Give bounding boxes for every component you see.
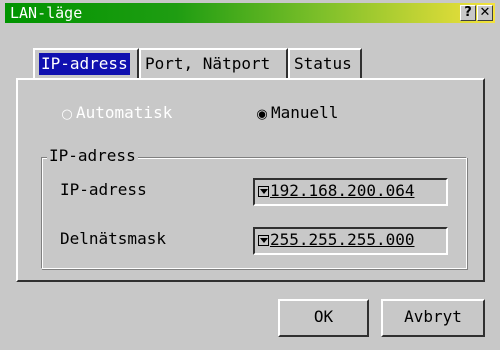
group-title: IP-adress — [47, 146, 138, 166]
subnet-mask-field[interactable]: 255.255.255.000 — [253, 227, 448, 255]
ip-address-value: 192.168.200.064 — [270, 181, 415, 200]
radio-on-icon: ◉ — [256, 107, 268, 122]
tab-ip-address[interactable]: IP-adress — [33, 48, 139, 78]
ip-address-label: IP-adress — [60, 180, 147, 199]
help-button[interactable]: ? — [460, 5, 476, 21]
subnet-mask-label: Delnätsmask — [60, 229, 166, 248]
tab-label: IP-adress — [39, 53, 130, 75]
ok-button[interactable]: OK — [278, 299, 369, 337]
tab-label: Port, Nätport — [145, 54, 271, 73]
lan-mode-dialog: LAN-läge ? ✕ IP-adress Port, Nätport Sta… — [0, 0, 500, 350]
radio-manual-label: Manuell — [271, 103, 339, 122]
tab-label: Status — [294, 54, 352, 73]
radio-manual[interactable]: ◉ Manuell — [255, 103, 338, 125]
subnet-mask-value: 255.255.255.000 — [270, 230, 415, 249]
cancel-button[interactable]: Avbryt — [381, 299, 485, 337]
tab-port[interactable]: Port, Nätport — [139, 48, 288, 78]
radio-off-icon: ○ — [61, 107, 73, 122]
radio-automatic[interactable]: ○ Automatisk — [60, 103, 172, 125]
close-button[interactable]: ✕ — [477, 5, 493, 21]
window-title: LAN-läge — [10, 4, 83, 22]
dropdown-arrow-icon[interactable] — [258, 235, 269, 246]
ip-address-field[interactable]: 192.168.200.064 — [253, 178, 448, 206]
dropdown-arrow-icon[interactable] — [258, 186, 269, 197]
radio-automatic-label: Automatisk — [76, 103, 173, 122]
title-bar[interactable]: LAN-läge ? ✕ — [5, 3, 495, 23]
tab-status[interactable]: Status — [288, 48, 362, 78]
